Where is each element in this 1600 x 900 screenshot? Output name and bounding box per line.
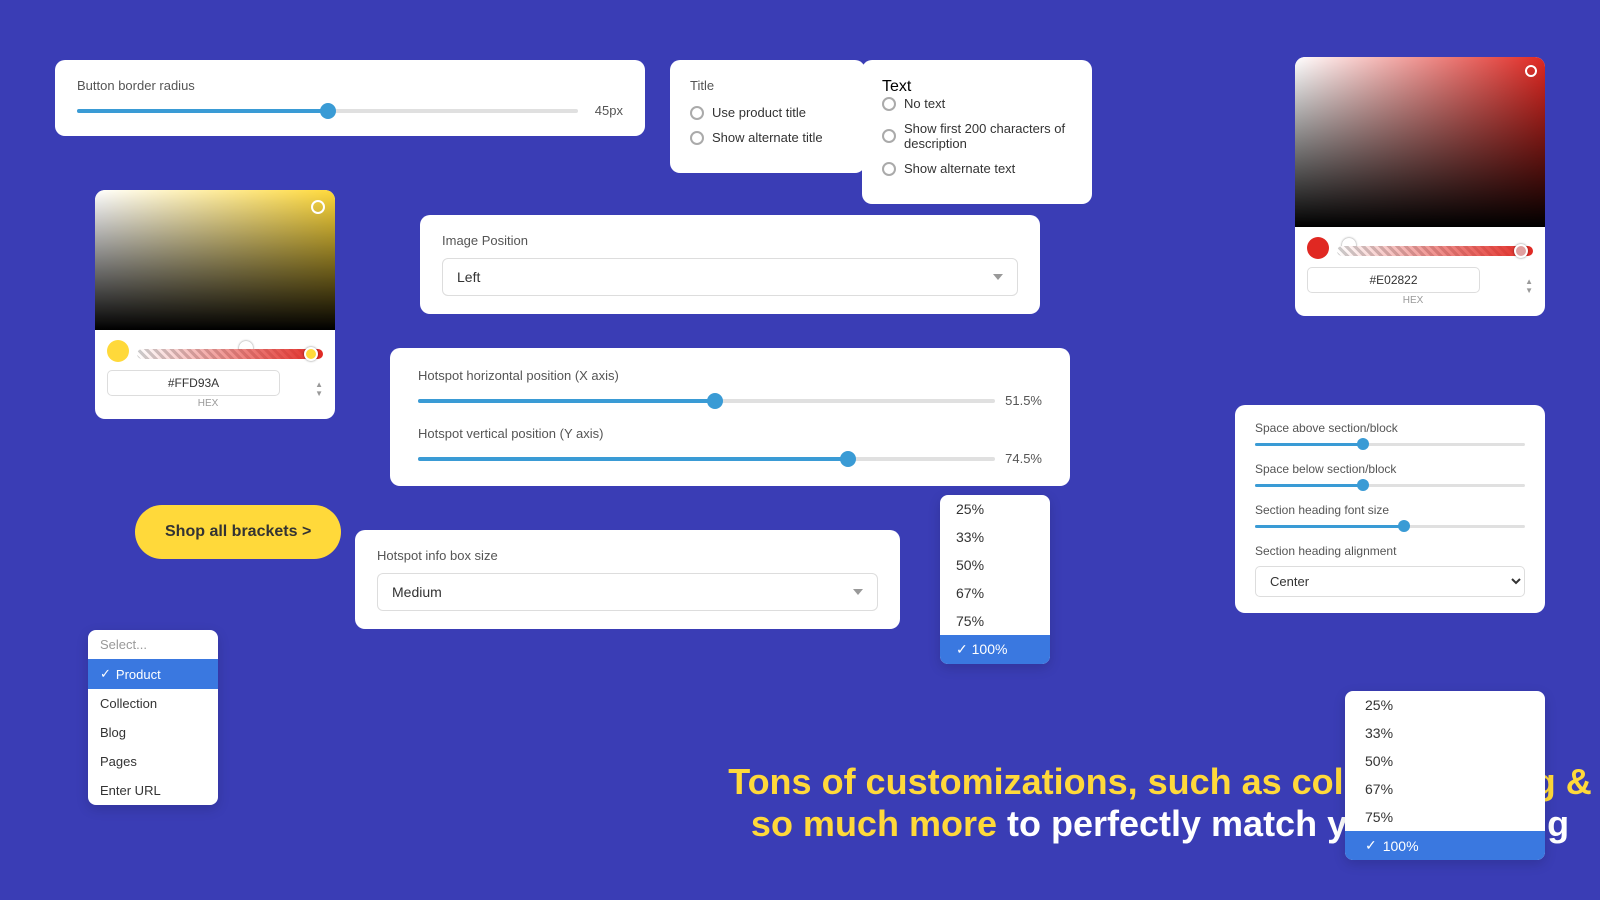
percent-bottom-75[interactable]: 75% bbox=[1345, 803, 1545, 831]
percent-bottom-33[interactable]: 33% bbox=[1345, 719, 1545, 747]
border-radius-value: 45px bbox=[588, 103, 623, 118]
hotspot-x-value: 51.5% bbox=[1005, 393, 1042, 408]
opacity-slider-yellow[interactable] bbox=[137, 349, 323, 359]
hex-arrows-red[interactable]: ▲ ▼ bbox=[1525, 278, 1533, 295]
select-blog[interactable]: Blog bbox=[88, 718, 218, 747]
color-preview-red bbox=[1307, 237, 1329, 259]
image-position-select[interactable]: Left Right Center bbox=[442, 258, 1018, 296]
image-position-label: Image Position bbox=[442, 233, 1018, 248]
title-card: Title Use product title Show alternate t… bbox=[670, 60, 865, 173]
percent-bottom-50[interactable]: 50% bbox=[1345, 747, 1545, 775]
text-option-2[interactable]: Show first 200 characters of description bbox=[882, 121, 1072, 151]
heading-font-thumb[interactable] bbox=[1398, 520, 1410, 532]
opacity-thumb-yellow[interactable] bbox=[304, 347, 318, 361]
text-option-1-label: No text bbox=[904, 96, 945, 111]
space-above-label: Space above section/block bbox=[1255, 421, 1525, 435]
hex-arrows-yellow[interactable]: ▲ ▼ bbox=[315, 381, 323, 398]
select-product[interactable]: ✓ Product bbox=[88, 659, 218, 689]
shop-brackets-button[interactable]: Shop all brackets > bbox=[135, 505, 341, 559]
color-thumb-yellow[interactable] bbox=[311, 200, 325, 214]
text-label: Text bbox=[882, 78, 1072, 96]
color-thumb-red[interactable] bbox=[1525, 65, 1537, 77]
title-option-2-label: Show alternate title bbox=[712, 130, 823, 145]
hotspot-x-label: Hotspot horizontal position (X axis) bbox=[418, 368, 1042, 383]
hex-down-yellow[interactable]: ▼ bbox=[315, 390, 323, 398]
hotspot-y-label: Hotspot vertical position (Y axis) bbox=[418, 426, 1042, 441]
hotspot-y-track[interactable] bbox=[418, 457, 995, 461]
hex-down-red[interactable]: ▼ bbox=[1525, 287, 1533, 295]
radio-no-text[interactable] bbox=[882, 97, 896, 111]
title-label: Title bbox=[690, 78, 845, 93]
hex-up-yellow[interactable]: ▲ bbox=[315, 381, 323, 389]
hex-input-red[interactable] bbox=[1307, 267, 1480, 293]
title-option-2[interactable]: Show alternate title bbox=[690, 130, 845, 145]
percent-100[interactable]: ✓ 100% bbox=[940, 635, 1050, 664]
select-enter-url[interactable]: Enter URL bbox=[88, 776, 218, 805]
text-option-3-label: Show alternate text bbox=[904, 161, 1015, 176]
space-above-track[interactable] bbox=[1255, 443, 1525, 446]
color-picker-yellow: HEX ▲ ▼ bbox=[95, 190, 335, 419]
hotspot-position-card: Hotspot horizontal position (X axis) 51.… bbox=[390, 348, 1070, 486]
opacity-thumb-red[interactable] bbox=[1514, 244, 1528, 258]
hotspot-info-card: Hotspot info box size Small Medium Large bbox=[355, 530, 900, 629]
select-collection[interactable]: Collection bbox=[88, 689, 218, 718]
hotspot-info-label: Hotspot info box size bbox=[377, 548, 878, 563]
text-option-2-label: Show first 200 characters of description bbox=[904, 121, 1072, 151]
border-radius-label: Button border radius bbox=[77, 78, 623, 93]
opacity-slider-red[interactable] bbox=[1337, 246, 1533, 256]
radio-use-product-title[interactable] bbox=[690, 106, 704, 120]
percent-67[interactable]: 67% bbox=[940, 579, 1050, 607]
title-option-1[interactable]: Use product title bbox=[690, 105, 845, 120]
text-card: Text No text Show first 200 characters o… bbox=[862, 60, 1092, 204]
color-preview-yellow bbox=[107, 340, 129, 362]
space-below-thumb[interactable] bbox=[1357, 479, 1369, 491]
text-option-1[interactable]: No text bbox=[882, 96, 1072, 111]
radio-show-alternate-title[interactable] bbox=[690, 131, 704, 145]
border-radius-card: Button border radius 45px bbox=[55, 60, 645, 136]
hex-input-yellow[interactable] bbox=[107, 370, 280, 396]
percent-bottom-100[interactable]: ✓ 100% bbox=[1345, 831, 1545, 860]
percent-dropdown: 25% 33% 50% 67% 75% ✓ 100% bbox=[940, 495, 1050, 664]
percent-75[interactable]: 75% bbox=[940, 607, 1050, 635]
space-below-label: Space below section/block bbox=[1255, 462, 1525, 476]
heading-font-track[interactable] bbox=[1255, 525, 1525, 528]
hex-label-red: HEX bbox=[1307, 295, 1519, 306]
text-option-3[interactable]: Show alternate text bbox=[882, 161, 1072, 176]
select-pages[interactable]: Pages bbox=[88, 747, 218, 776]
radio-alternate-text[interactable] bbox=[882, 162, 896, 176]
color-picker-red: HEX ▲ ▼ bbox=[1295, 57, 1545, 316]
border-radius-track[interactable] bbox=[77, 109, 578, 113]
hotspot-x-track[interactable] bbox=[418, 399, 995, 403]
heading-align-select[interactable]: Center Left Right bbox=[1255, 566, 1525, 597]
percent-50[interactable]: 50% bbox=[940, 551, 1050, 579]
heading-font-label: Section heading font size bbox=[1255, 503, 1525, 517]
percent-bottom-25[interactable]: 25% bbox=[1345, 691, 1545, 719]
hotspot-info-select[interactable]: Small Medium Large bbox=[377, 573, 878, 611]
hex-label-yellow: HEX bbox=[107, 398, 309, 409]
bottom-more-text: so much more bbox=[751, 803, 997, 844]
hotspot-y-value: 74.5% bbox=[1005, 451, 1042, 466]
spacing-card: Space above section/block Space below se… bbox=[1235, 405, 1545, 613]
title-option-1-label: Use product title bbox=[712, 105, 806, 120]
percent-dropdown-bottom: 25% 33% 50% 67% 75% ✓ 100% bbox=[1345, 691, 1545, 860]
space-below-track[interactable] bbox=[1255, 484, 1525, 487]
link-type-dropdown: Select... ✓ Product Collection Blog Page… bbox=[88, 630, 218, 805]
percent-33[interactable]: 33% bbox=[940, 523, 1050, 551]
image-position-card: Image Position Left Right Center bbox=[420, 215, 1040, 314]
color-gradient-yellow[interactable] bbox=[95, 190, 335, 330]
radio-first-200[interactable] bbox=[882, 129, 896, 143]
heading-align-label: Section heading alignment bbox=[1255, 544, 1525, 558]
select-placeholder: Select... bbox=[88, 630, 218, 659]
hex-up-red[interactable]: ▲ bbox=[1525, 278, 1533, 286]
percent-25[interactable]: 25% bbox=[940, 495, 1050, 523]
color-gradient-red[interactable] bbox=[1295, 57, 1545, 227]
space-above-thumb[interactable] bbox=[1357, 438, 1369, 450]
percent-bottom-67[interactable]: 67% bbox=[1345, 775, 1545, 803]
